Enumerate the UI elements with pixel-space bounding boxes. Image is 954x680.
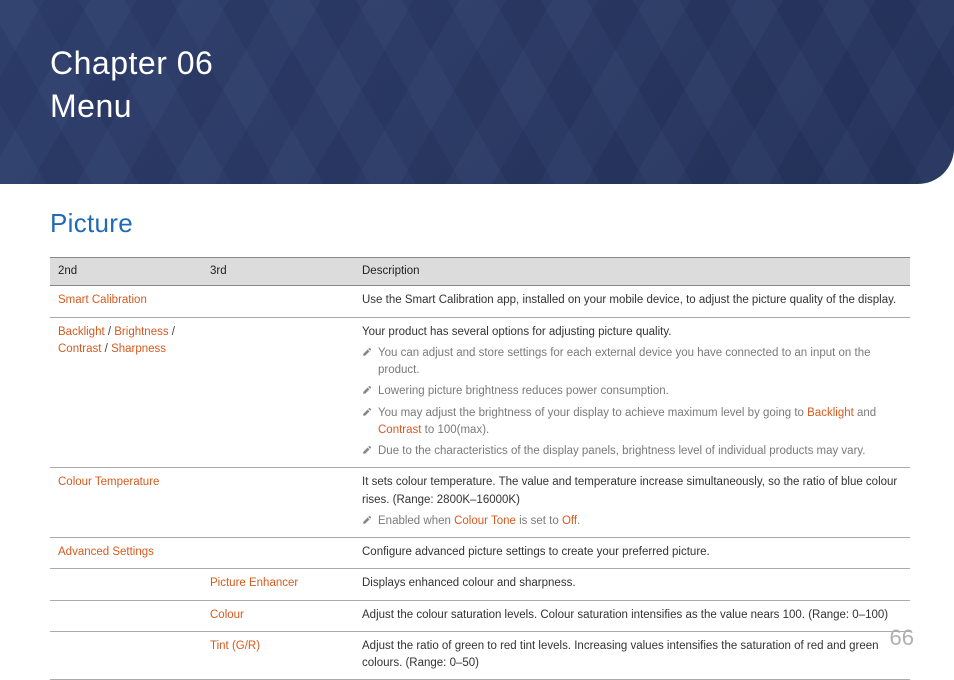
chapter-name: Menu	[50, 88, 132, 124]
note: You may adjust the brightness of your di…	[362, 405, 902, 440]
menu-term: Colour Temperature	[58, 476, 159, 488]
table-row: Colour Adjust the colour saturation leve…	[50, 600, 910, 631]
table-row: Smart Calibration Use the Smart Calibrat…	[50, 286, 910, 317]
cell-desc: Adjust the colour saturation levels. Col…	[354, 600, 910, 631]
menu-term: Colour	[210, 609, 244, 621]
menu-term: Brightness	[114, 326, 168, 338]
col-header-2nd: 2nd	[50, 258, 202, 286]
cell-desc: Displays enhanced colour and sharpness.	[354, 569, 910, 600]
cell-desc: It sets colour temperature. The value an…	[362, 474, 902, 509]
cell-desc: Use the Smart Calibration app, installed…	[354, 286, 910, 317]
table-header-row: 2nd 3rd Description	[50, 258, 910, 286]
pencil-icon	[362, 347, 372, 357]
note: Enabled when Colour Tone is set to Off.	[362, 513, 902, 530]
table-row: Tint (G/R) Adjust the ratio of green to …	[50, 631, 910, 680]
note: Lowering picture brightness reduces powe…	[362, 383, 902, 400]
menu-table: 2nd 3rd Description Smart Calibration Us…	[50, 257, 910, 680]
pencil-icon	[362, 515, 372, 525]
chapter-banner: Chapter 06 Menu	[0, 0, 954, 184]
menu-term: Contrast	[58, 343, 101, 355]
page-number: 66	[890, 625, 914, 651]
table-row: Colour Temperature It sets colour temper…	[50, 468, 910, 538]
table-row: Picture Enhancer Displays enhanced colou…	[50, 569, 910, 600]
note: Due to the characteristics of the displa…	[362, 443, 902, 460]
menu-term: Picture Enhancer	[210, 577, 298, 589]
table-row: Advanced Settings Configure advanced pic…	[50, 538, 910, 569]
section-title: Picture	[50, 208, 954, 239]
menu-term: Tint (G/R)	[210, 640, 260, 652]
col-header-desc: Description	[354, 258, 910, 286]
col-header-3rd: 3rd	[202, 258, 354, 286]
menu-term: Advanced Settings	[58, 546, 154, 558]
cell-desc: Adjust the ratio of green to red tint le…	[354, 631, 910, 680]
pencil-icon	[362, 407, 372, 417]
chapter-title: Chapter 06 Menu	[50, 42, 954, 128]
menu-term: Sharpness	[111, 343, 166, 355]
menu-term: Backlight	[58, 326, 105, 338]
cell-desc: Configure advanced picture settings to c…	[354, 538, 910, 569]
table-row: Backlight / Brightness / Contrast / Shar…	[50, 317, 910, 468]
menu-term: Smart Calibration	[58, 294, 147, 306]
pencil-icon	[362, 445, 372, 455]
note: You can adjust and store settings for ea…	[362, 345, 902, 380]
cell-desc: Your product has several options for adj…	[362, 324, 902, 341]
pencil-icon	[362, 385, 372, 395]
chapter-number: Chapter 06	[50, 45, 213, 81]
